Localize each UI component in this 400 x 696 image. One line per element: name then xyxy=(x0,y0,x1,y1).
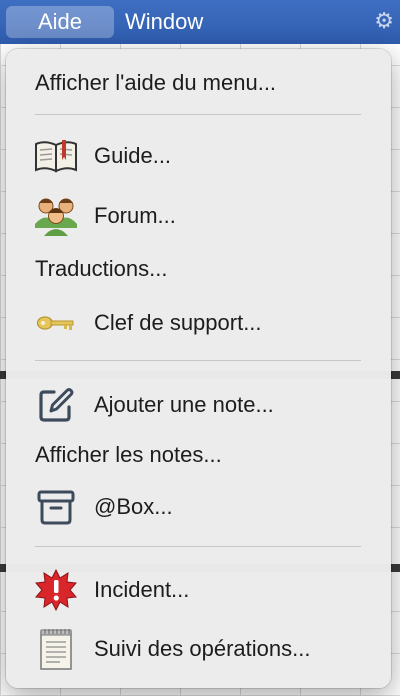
menu-item-box[interactable]: @Box... xyxy=(6,481,391,533)
book-icon xyxy=(32,134,80,178)
users-group-icon xyxy=(32,194,80,238)
menu-item-label: Guide... xyxy=(94,143,172,168)
menu-item-guide[interactable]: Guide... xyxy=(6,130,391,182)
menu-item-traductions[interactable]: Traductions... xyxy=(6,243,391,295)
menu-item-afficher-notes[interactable]: Afficher les notes... xyxy=(6,429,391,481)
log-notepad-icon xyxy=(32,627,80,671)
menu-item-label: @Box... xyxy=(94,494,173,519)
menu-item-label: Clef de support... xyxy=(94,310,262,335)
help-dropdown-menu: Afficher l'aide du menu... Guide... Foru… xyxy=(6,49,391,688)
menu-separator xyxy=(35,546,361,547)
alert-burst-icon xyxy=(32,568,80,612)
menu-bar: Aide Window ⚙ xyxy=(0,0,400,44)
menu-item-ajouter-note[interactable]: Ajouter une note... xyxy=(6,379,391,431)
menu-item-label: Incident... xyxy=(94,577,190,602)
menu-item-label: Traductions... xyxy=(35,256,168,281)
menu-item-label: Afficher l'aide du menu... xyxy=(35,70,277,95)
edit-note-icon xyxy=(32,383,80,427)
menubar-overflow-icon: ⚙ xyxy=(374,8,394,33)
menu-separator xyxy=(35,114,361,115)
archive-box-icon xyxy=(32,485,80,529)
menubar-item-aide[interactable]: Aide xyxy=(6,6,114,38)
menu-item-label: Afficher les notes... xyxy=(35,442,222,467)
menu-item-incident[interactable]: Incident... xyxy=(6,564,391,616)
menu-item-label: Ajouter une note... xyxy=(94,392,274,417)
key-icon xyxy=(32,301,80,345)
menu-item-clef-support[interactable]: Clef de support... xyxy=(6,297,391,349)
menu-separator xyxy=(35,360,361,361)
menubar-item-window[interactable]: Window xyxy=(115,6,213,38)
menu-item-afficher-aide[interactable]: Afficher l'aide du menu... xyxy=(6,57,391,109)
menu-item-label: Suivi des opérations... xyxy=(94,636,311,661)
menu-item-suivi-operations[interactable]: Suivi des opérations... xyxy=(6,623,391,675)
menu-item-label: Forum... xyxy=(94,203,176,228)
menu-item-forum[interactable]: Forum... xyxy=(6,190,391,242)
